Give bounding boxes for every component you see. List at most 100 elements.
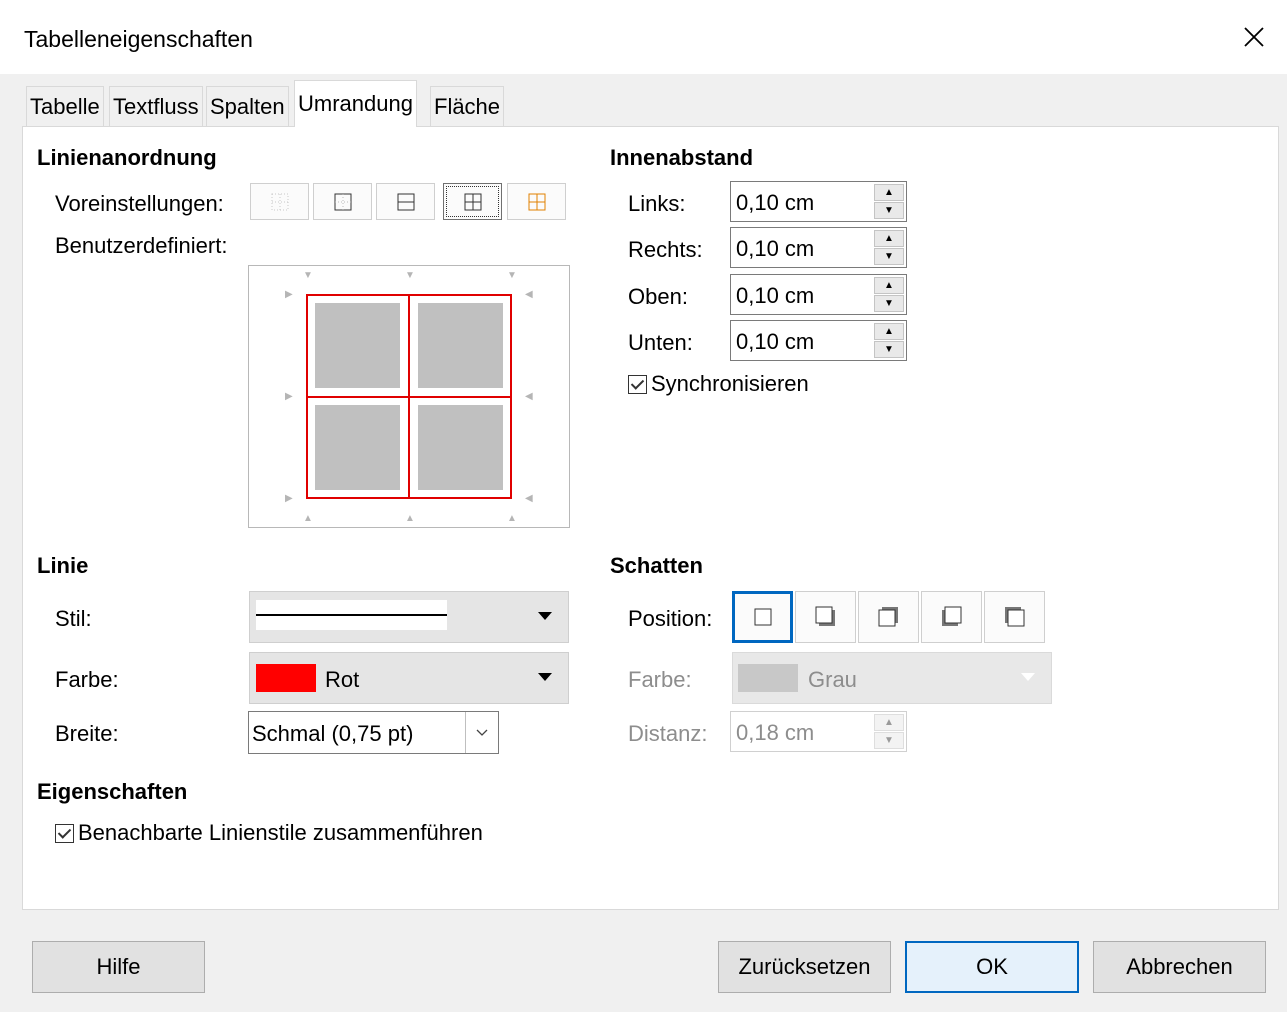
close-button[interactable] bbox=[1221, 0, 1287, 74]
spin-up-button[interactable]: ▲ bbox=[874, 230, 904, 247]
window-title: Tabelleneigenschaften bbox=[24, 26, 253, 52]
arrow-down-icon: ▼ bbox=[507, 270, 517, 281]
spin-up-button[interactable]: ▲ bbox=[874, 184, 904, 201]
shadow-top-right-button[interactable] bbox=[858, 591, 919, 643]
checkbox-check-icon bbox=[628, 374, 647, 394]
preset-none-button[interactable] bbox=[250, 183, 309, 220]
line-arrangement-heading: Linienanordnung bbox=[37, 145, 217, 170]
line-heading: Linie bbox=[37, 553, 89, 578]
border-outer-horizontal-icon bbox=[397, 193, 414, 210]
preview-cell bbox=[418, 405, 503, 490]
reset-button-label: Zurücksetzen bbox=[738, 954, 871, 979]
spin-down-button[interactable]: ▼ bbox=[874, 248, 904, 265]
padding-left-spinbox[interactable]: 0,10 cm ▲ ▼ bbox=[730, 181, 907, 222]
tab-umrandung[interactable]: Umrandung bbox=[294, 80, 417, 127]
padding-top-label: Oben: bbox=[628, 284, 688, 309]
preset-outer-button[interactable] bbox=[313, 183, 372, 220]
spin-down-button[interactable]: ▼ bbox=[874, 341, 904, 358]
title-bar: Tabelleneigenschaften bbox=[0, 0, 1287, 74]
shadow-bottom-left-button[interactable] bbox=[921, 591, 982, 643]
padding-heading: Innenabstand bbox=[610, 145, 754, 170]
presets-label: Voreinstellungen: bbox=[55, 191, 224, 217]
spin-down-button[interactable]: ▼ bbox=[874, 202, 904, 219]
color-swatch bbox=[738, 664, 798, 692]
tab-spalten[interactable]: Spalten bbox=[206, 86, 289, 126]
spin-up-button[interactable]: ▲ bbox=[874, 714, 904, 731]
border-preview[interactable]: ▼ ▼ ▼ ▲ ▲ ▲ ▶ ▶ ▶ ◀ ◀ ◀ bbox=[248, 265, 570, 528]
spin-down-button[interactable]: ▼ bbox=[874, 295, 904, 312]
shadow-heading: Schatten bbox=[610, 553, 703, 578]
tab-label: Tabelle bbox=[30, 93, 100, 119]
preset-outer-keep-inner-button[interactable] bbox=[507, 183, 566, 220]
line-sample bbox=[256, 614, 447, 616]
spin-up-button[interactable]: ▲ bbox=[874, 277, 904, 294]
tab-label: Textfluss bbox=[113, 93, 199, 119]
arrow-up-icon: ▲ bbox=[507, 513, 517, 524]
padding-left-value: 0,10 cm bbox=[736, 190, 815, 215]
ok-button-label: OK bbox=[976, 954, 1008, 979]
properties-heading: Eigenschaften bbox=[37, 779, 188, 804]
tab-textfluss[interactable]: Textfluss bbox=[109, 86, 203, 126]
help-button[interactable]: Hilfe bbox=[32, 941, 205, 993]
tab-flaeche[interactable]: Fläche bbox=[430, 86, 505, 126]
shadow-bottom-right-button[interactable] bbox=[795, 591, 856, 643]
padding-right-spinbox[interactable]: 0,10 cm ▲ ▼ bbox=[730, 227, 907, 268]
shadow-top-left-button[interactable] bbox=[984, 591, 1045, 643]
custom-label: Benutzerdefiniert: bbox=[55, 233, 228, 258]
tab-label: Spalten bbox=[210, 93, 285, 119]
shadow-top-left-icon bbox=[1004, 607, 1024, 627]
spin-up-button[interactable]: ▲ bbox=[874, 323, 904, 340]
shadow-top-right-icon bbox=[878, 607, 898, 627]
line-width-select[interactable]: Schmal (0,75 pt) bbox=[248, 711, 499, 754]
arrow-left-icon: ◀ bbox=[525, 289, 533, 300]
padding-right-value: 0,10 cm bbox=[736, 236, 815, 261]
padding-bottom-value: 0,10 cm bbox=[736, 329, 815, 354]
checkbox-check-icon bbox=[55, 823, 74, 843]
chevron-down-icon bbox=[465, 712, 498, 753]
synchronize-checkbox[interactable]: Synchronisieren bbox=[628, 371, 809, 397]
padding-bottom-label: Unten: bbox=[628, 330, 693, 355]
help-button-label: Hilfe bbox=[96, 954, 141, 979]
shadow-distance-value: 0,18 cm bbox=[736, 720, 815, 745]
shadow-distance-label: Distanz: bbox=[628, 721, 708, 746]
preview-cell bbox=[315, 405, 400, 490]
merge-line-styles-checkbox[interactable]: Benachbarte Linienstile zusammenführen bbox=[55, 820, 483, 846]
arrow-right-icon: ▶ bbox=[285, 391, 293, 402]
presets-label-text: Voreinstellungen: bbox=[55, 191, 224, 216]
preset-outer-horizontal-button[interactable] bbox=[376, 183, 435, 220]
shadow-color-dropdown[interactable]: Grau bbox=[732, 652, 1052, 704]
arrow-left-icon: ◀ bbox=[525, 391, 533, 402]
reset-button[interactable]: Zurücksetzen bbox=[718, 941, 891, 993]
tab-tabelle[interactable]: Tabelle bbox=[26, 86, 104, 126]
shadow-distance-spinbox[interactable]: 0,18 cm ▲ ▼ bbox=[730, 711, 907, 752]
line-style-dropdown[interactable] bbox=[249, 591, 569, 643]
border-none-icon bbox=[271, 193, 288, 210]
arrow-up-icon: ▲ bbox=[303, 513, 313, 524]
preset-outer-all-inner-button[interactable] bbox=[443, 183, 502, 220]
ok-button[interactable]: OK bbox=[905, 941, 1079, 993]
shadow-none-icon bbox=[754, 608, 771, 626]
preview-cell bbox=[418, 303, 503, 388]
preview-border-inner-horizontal[interactable] bbox=[306, 396, 512, 398]
shadow-bottom-left-icon bbox=[941, 606, 961, 626]
dropdown-arrow-icon bbox=[538, 673, 552, 681]
preview-cell bbox=[315, 303, 400, 388]
shadow-none-button[interactable] bbox=[732, 591, 793, 643]
shadow-position-label: Position: bbox=[628, 606, 713, 631]
line-color-dropdown[interactable]: Rot bbox=[249, 652, 569, 704]
tab-label: Fläche bbox=[434, 93, 501, 119]
border-outer-icon bbox=[334, 193, 351, 210]
line-style-preview bbox=[256, 600, 447, 630]
padding-bottom-spinbox[interactable]: 0,10 cm ▲ ▼ bbox=[730, 320, 907, 361]
line-style-label: Stil: bbox=[55, 606, 92, 631]
shadow-bottom-right-icon bbox=[815, 606, 835, 626]
spin-down-button[interactable]: ▼ bbox=[874, 732, 904, 749]
padding-top-spinbox[interactable]: 0,10 cm ▲ ▼ bbox=[730, 274, 907, 315]
dropdown-arrow-icon bbox=[1021, 673, 1035, 681]
padding-right-label: Rechts: bbox=[628, 237, 703, 262]
border-outer-keep-inner-icon bbox=[528, 193, 545, 210]
color-swatch bbox=[256, 664, 316, 692]
arrow-down-icon: ▼ bbox=[303, 270, 313, 281]
shadow-color-label: Farbe: bbox=[628, 667, 692, 692]
cancel-button[interactable]: Abbrechen bbox=[1093, 941, 1266, 993]
